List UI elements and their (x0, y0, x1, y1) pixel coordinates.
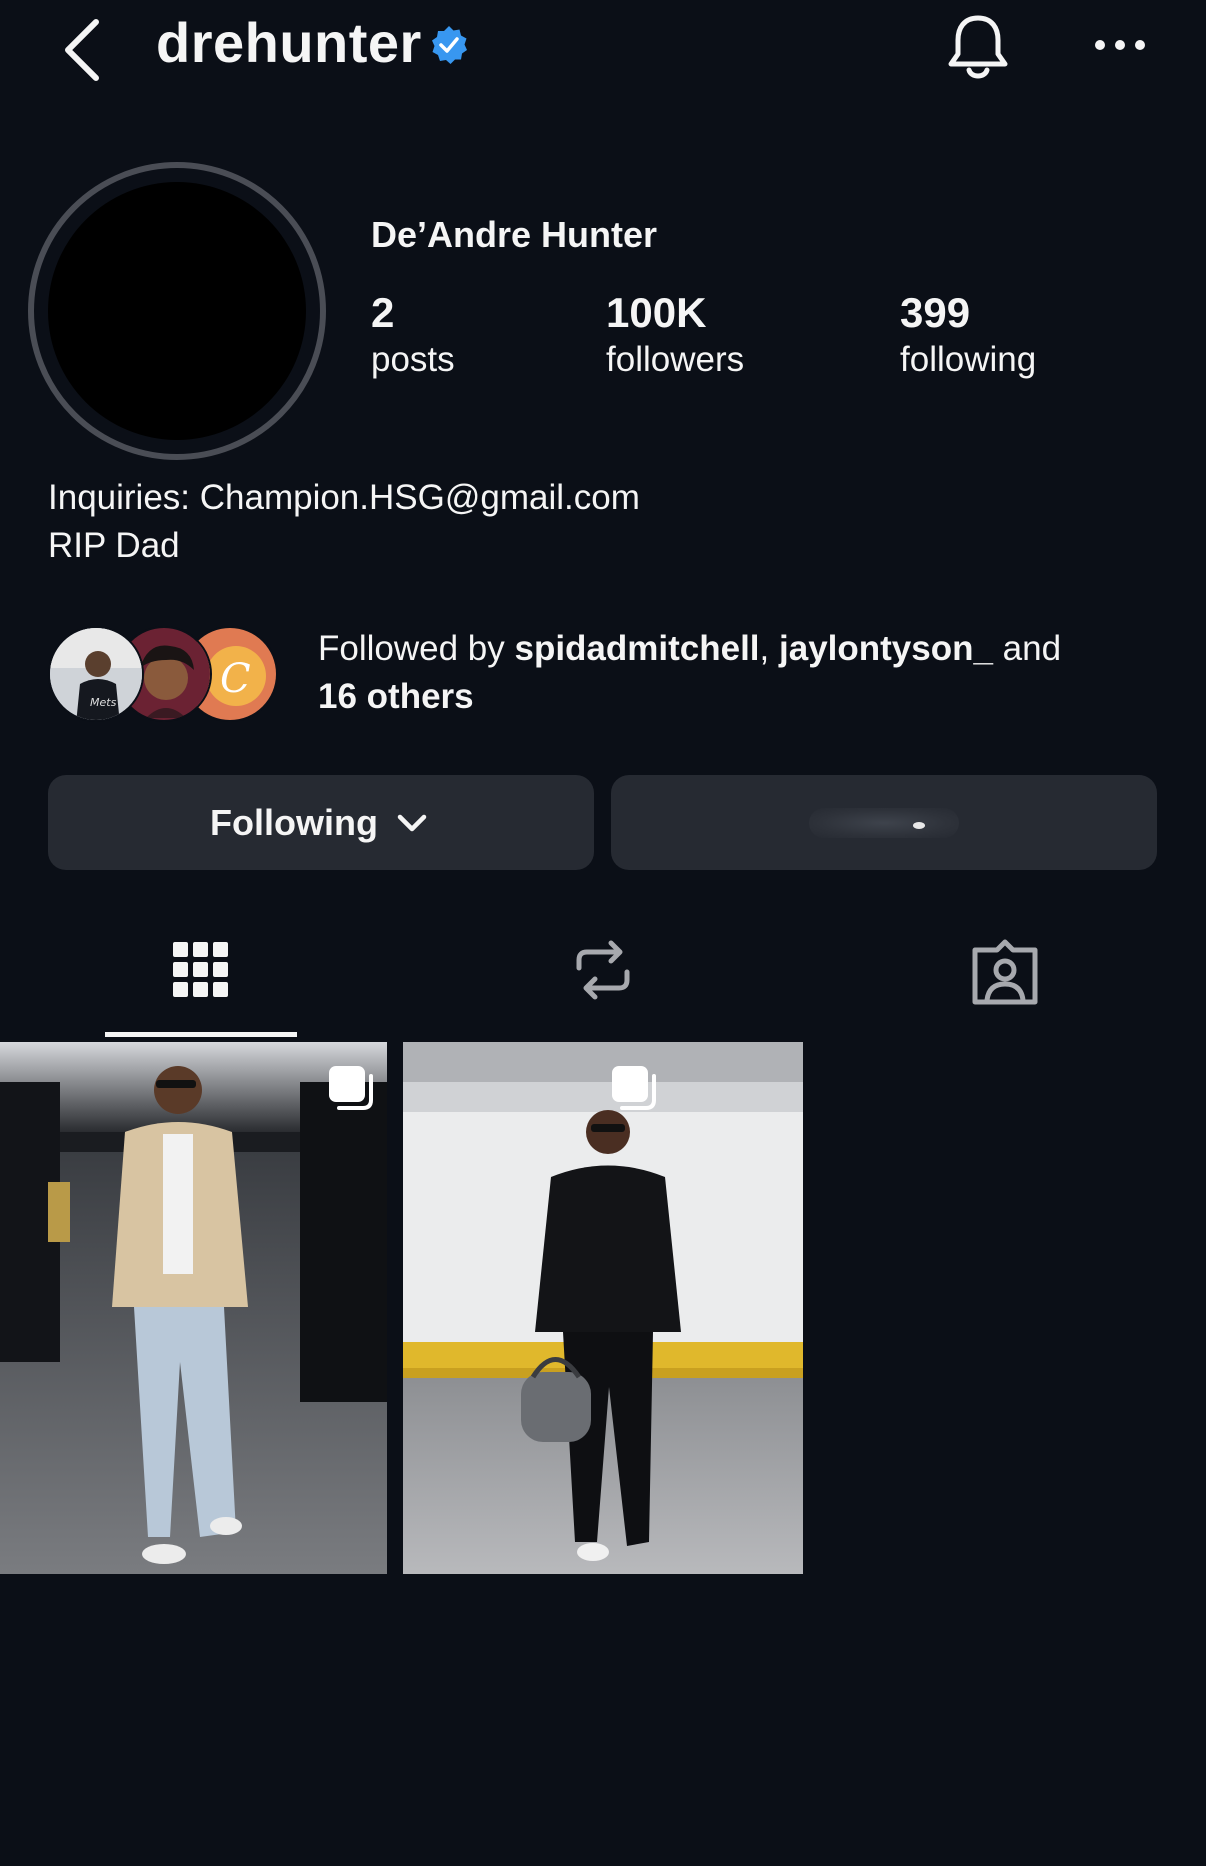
blurred-action-button[interactable] (611, 775, 1157, 870)
stat-followers[interactable]: 100K followers (606, 289, 745, 382)
stat-posts-count: 2 (371, 289, 395, 336)
mutual-username-1[interactable]: spidadmitchell (514, 629, 759, 668)
followed-by-conjunction: and (992, 629, 1062, 668)
stat-followers-count: 100K (606, 289, 707, 336)
tagged-person-icon (972, 939, 1038, 1005)
multiple-images-icon (329, 1066, 373, 1110)
avatar[interactable] (48, 182, 306, 440)
following-button-label: Following (210, 801, 378, 843)
blurred-label (809, 807, 959, 838)
multiple-images-icon (612, 1066, 656, 1110)
mutual-avatar-1: Mets (48, 626, 144, 722)
mutual-followers-avatars[interactable]: Mets C (48, 626, 298, 722)
profile-bio: Inquiries: Champion.HSG@gmail.com RIP Da… (48, 474, 640, 570)
back-button[interactable] (52, 6, 112, 90)
grid-icon (173, 942, 228, 997)
repost-icon (576, 940, 630, 1000)
profile-display-name: De’Andre Hunter (371, 214, 658, 255)
svg-text:C: C (220, 656, 251, 702)
chevron-left-icon (65, 19, 99, 81)
mutual-username-2[interactable]: jaylontyson_ (779, 629, 993, 668)
post-photo-2 (403, 1042, 803, 1574)
followed-by-separator: , (759, 629, 779, 668)
svg-text:Mets: Mets (90, 696, 117, 709)
following-button[interactable]: Following (48, 775, 594, 870)
tab-posts-grid[interactable] (161, 930, 241, 1010)
tab-reposts[interactable] (563, 930, 643, 1010)
chevron-down-icon (397, 814, 427, 831)
top-bar: drehunter (0, 0, 1206, 96)
stat-posts[interactable]: 2 posts (371, 289, 455, 382)
followed-by-prefix: Followed by (318, 629, 515, 668)
post-thumbnail-1[interactable] (0, 1042, 387, 1574)
post-photo-1 (0, 1042, 387, 1574)
post-thumbnail-2[interactable] (403, 1042, 803, 1574)
verified-badge-icon (432, 26, 467, 64)
followed-by-others[interactable]: 16 others (318, 677, 474, 716)
more-options-button[interactable] (1090, 20, 1150, 70)
tab-tagged[interactable] (965, 930, 1045, 1010)
notifications-button[interactable] (940, 6, 1016, 86)
stat-following-count: 399 (900, 289, 971, 336)
profile-page: drehunter De’Andre Hunter 2 posts 100K f… (0, 0, 1206, 1866)
stat-following-label: following (900, 340, 1037, 380)
active-tab-indicator (105, 1032, 297, 1037)
stat-followers-label: followers (606, 340, 745, 380)
followed-by-text[interactable]: Followed by spidadmitchell, jaylontyson_… (318, 625, 1178, 721)
bell-icon (948, 15, 1008, 79)
stat-following[interactable]: 399 following (900, 289, 1037, 382)
bio-line-inquiries: Inquiries: Champion.HSG@gmail.com (48, 478, 640, 517)
profile-username: drehunter (156, 11, 422, 74)
stat-posts-label: posts (371, 340, 455, 380)
more-horizontal-icon (1095, 40, 1145, 50)
bio-line-rip: RIP Dad (48, 526, 180, 565)
